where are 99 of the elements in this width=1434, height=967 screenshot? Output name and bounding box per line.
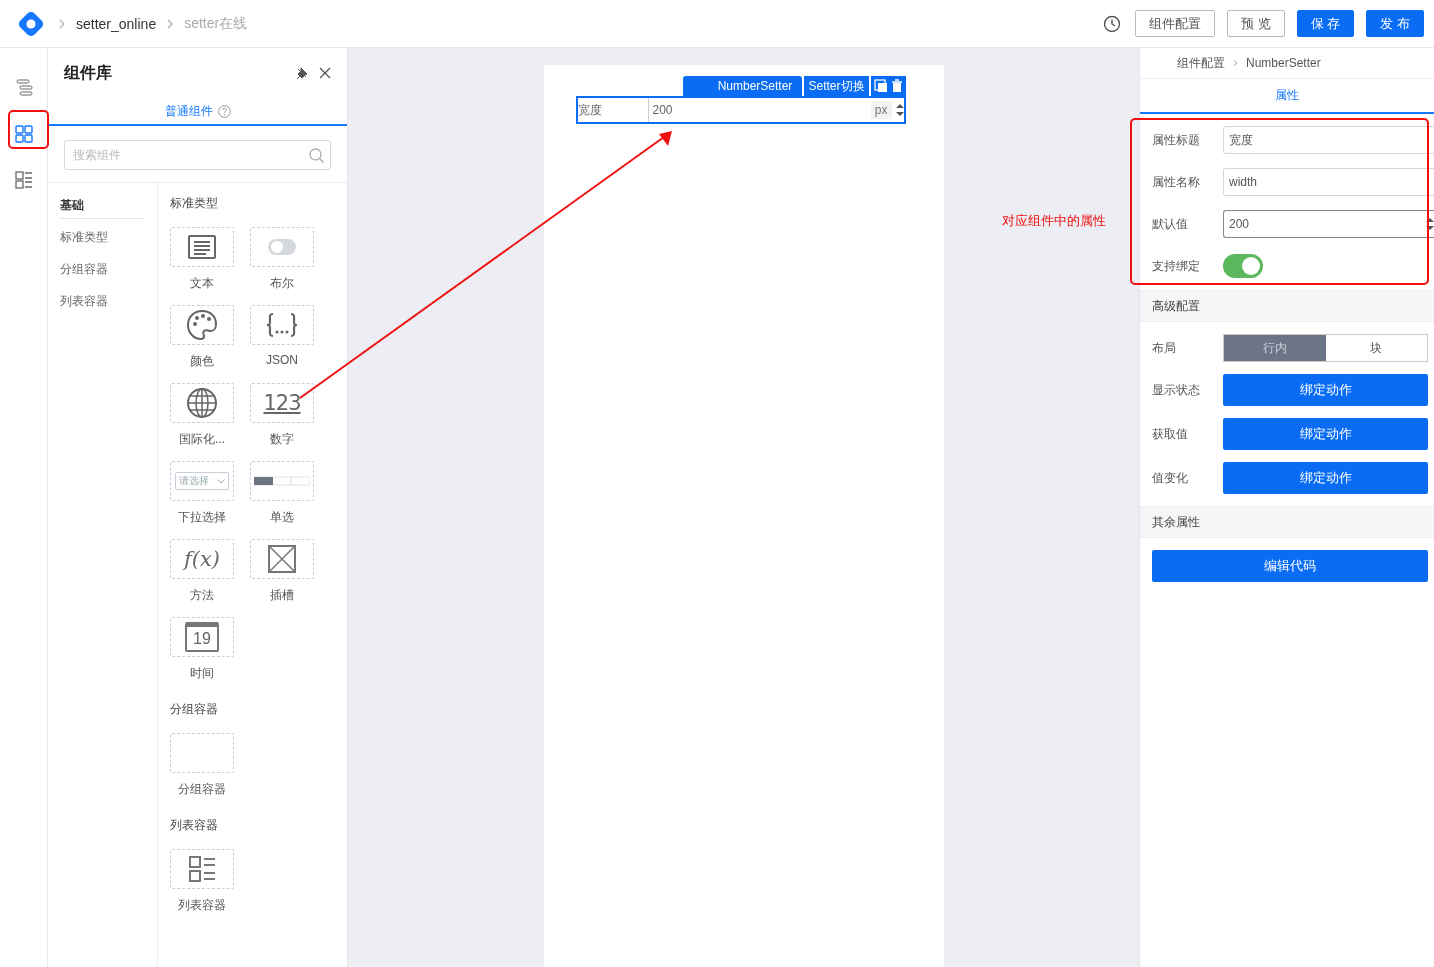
component-tile[interactable]: 布尔 bbox=[250, 227, 314, 291]
component-tile[interactable]: f(x) 方法 bbox=[170, 539, 234, 603]
number-field[interactable]: 200 bbox=[1223, 210, 1434, 238]
section-header: 其余属性 bbox=[1140, 506, 1434, 538]
tile-label: 时间 bbox=[190, 665, 214, 681]
copy-icon bbox=[873, 79, 888, 93]
close-icon bbox=[319, 67, 331, 79]
search-icon bbox=[309, 147, 324, 163]
list-icon bbox=[189, 856, 215, 882]
breadcrumb-item[interactable]: setter_online bbox=[76, 15, 157, 32]
chevron-icon bbox=[166, 17, 175, 30]
section-title: 分组容器 bbox=[170, 701, 219, 718]
bind-action-button[interactable]: 绑定动作 bbox=[1223, 374, 1428, 406]
category-heading: 基础 bbox=[60, 197, 145, 219]
tab-label: 普通组件 bbox=[164, 102, 213, 120]
field-label: 支持绑定 bbox=[1152, 257, 1201, 275]
field-label: 获取值 bbox=[1152, 425, 1189, 443]
caret-icon bbox=[217, 478, 225, 484]
globe-icon bbox=[186, 387, 218, 419]
calendar-icon: 19 bbox=[185, 622, 219, 652]
segmented-control-icon bbox=[254, 476, 310, 486]
history-icon bbox=[1103, 14, 1122, 33]
component-tile[interactable]: 19 时间 bbox=[170, 617, 234, 681]
toggle-switch[interactable] bbox=[1223, 254, 1263, 278]
category-item[interactable]: 标准类型 bbox=[60, 225, 145, 257]
unit-label: px bbox=[870, 101, 892, 119]
tile-label: 布尔 bbox=[270, 275, 294, 291]
text-field[interactable]: width bbox=[1223, 168, 1434, 196]
bind-action-button[interactable]: 绑定动作 bbox=[1223, 418, 1428, 450]
library-tab[interactable]: 普通组件 bbox=[48, 98, 347, 126]
palette-icon bbox=[186, 309, 218, 341]
field-label: 布局 bbox=[1152, 339, 1177, 357]
dropdown-preview: 请选择 bbox=[175, 472, 229, 490]
tile-label: 国际化... bbox=[179, 431, 225, 447]
field-label: 值变化 bbox=[1152, 469, 1189, 487]
tile-label: 下拉选择 bbox=[178, 509, 226, 525]
breadcrumb-item[interactable]: 组件配置 bbox=[1177, 54, 1225, 72]
setter-actions[interactable] bbox=[870, 76, 906, 96]
component-tile[interactable]: 分组容器 bbox=[170, 733, 234, 797]
highlight-frame bbox=[8, 110, 49, 149]
outline-icon bbox=[13, 78, 34, 98]
component-tile[interactable]: 单选 bbox=[250, 461, 314, 525]
document-icon bbox=[188, 235, 216, 259]
symbol-icon: 123 bbox=[263, 391, 301, 415]
braces-icon bbox=[265, 312, 299, 338]
tile-label: 单选 bbox=[270, 509, 294, 525]
tile-label: 插槽 bbox=[270, 587, 294, 603]
component-tile[interactable]: 列表容器 bbox=[170, 849, 234, 913]
component-tile[interactable]: JSON bbox=[250, 305, 314, 369]
crossed-box-icon bbox=[268, 545, 296, 573]
section-header: 高级配置 bbox=[1140, 290, 1434, 322]
search-field[interactable]: 搜索组件 bbox=[64, 140, 331, 170]
section-title: 列表容器 bbox=[170, 817, 219, 834]
component-tile[interactable]: 请选择 下拉选择 bbox=[170, 461, 234, 525]
field-label: 默认值 bbox=[1152, 215, 1189, 233]
panel-title: 组件库 bbox=[64, 62, 113, 83]
breadcrumb-item[interactable]: NumberSetter bbox=[1246, 56, 1321, 70]
tile-label: 数字 bbox=[270, 431, 294, 447]
toolbar-button[interactable]: 发 布 bbox=[1366, 10, 1424, 37]
field-label: 宽度 bbox=[577, 98, 649, 122]
tile-frame bbox=[170, 733, 234, 773]
symbol-icon: f(x) bbox=[184, 547, 220, 571]
field-label: 属性标题 bbox=[1152, 131, 1201, 149]
field-label: 属性名称 bbox=[1152, 173, 1201, 191]
chevron-icon bbox=[58, 17, 66, 30]
setter-name-button[interactable]: NumberSetter bbox=[683, 76, 803, 96]
component-tile[interactable]: 颜色 bbox=[170, 305, 234, 369]
toolbar-button[interactable]: 预 览 bbox=[1227, 10, 1285, 37]
component-tile[interactable]: 123 数字 bbox=[250, 383, 314, 447]
text-field[interactable]: 宽度 bbox=[1223, 126, 1434, 154]
annotation-text: 对应组件中的属性 bbox=[1002, 212, 1106, 230]
setter-switch-button[interactable]: Setter切换 bbox=[804, 76, 869, 96]
component-tile[interactable]: 插槽 bbox=[250, 539, 314, 603]
edit-code-button[interactable]: 编辑代码 bbox=[1152, 550, 1428, 582]
tile-label: 颜色 bbox=[190, 353, 214, 369]
trash-icon bbox=[890, 79, 903, 93]
component-tile[interactable]: 文本 bbox=[170, 227, 234, 291]
tile-label: 方法 bbox=[190, 587, 214, 603]
category-item[interactable]: 列表容器 bbox=[60, 289, 145, 321]
component-tile[interactable]: 国际化... bbox=[170, 383, 234, 447]
tile-label: 列表容器 bbox=[178, 897, 226, 913]
toolbar-button[interactable]: 组件配置 bbox=[1135, 10, 1216, 37]
pin-icon bbox=[295, 66, 309, 80]
tile-label: 文本 bbox=[190, 275, 214, 291]
component-grid-icon bbox=[13, 124, 34, 144]
number-field[interactable]: 宽度 200 px bbox=[575, 96, 906, 124]
properties-tab[interactable]: 属性 bbox=[1140, 79, 1434, 114]
category-item[interactable]: 分组容器 bbox=[60, 257, 145, 289]
toggle-icon bbox=[267, 238, 297, 256]
bind-action-button[interactable]: 绑定动作 bbox=[1223, 462, 1428, 494]
field-label: 显示状态 bbox=[1152, 381, 1201, 399]
section-title: 标准类型 bbox=[170, 195, 219, 212]
tile-label: 分组容器 bbox=[178, 781, 226, 797]
help-icon bbox=[217, 104, 231, 118]
stepper-icon bbox=[895, 103, 904, 117]
chevron-icon bbox=[1233, 59, 1238, 67]
list-icon bbox=[13, 170, 34, 190]
tile-label: JSON bbox=[266, 353, 298, 369]
toolbar-button[interactable]: 保 存 bbox=[1296, 10, 1355, 37]
